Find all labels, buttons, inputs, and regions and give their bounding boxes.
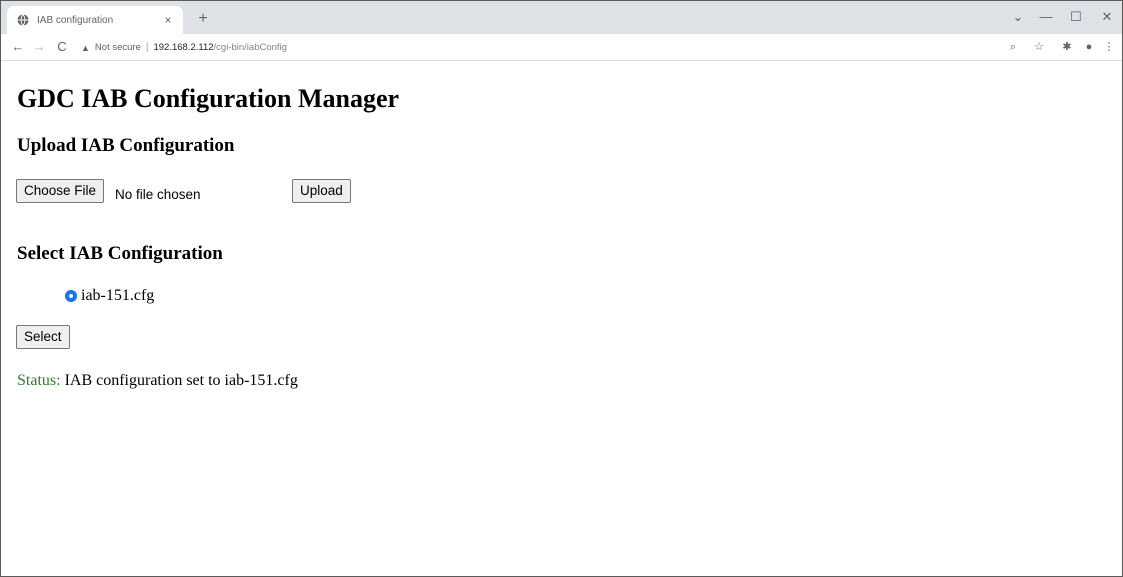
upload-section-heading: Upload IAB Configuration (17, 135, 235, 156)
minimize-button[interactable]: — (1034, 7, 1058, 27)
tab-title: IAB configuration (37, 14, 114, 26)
zoom-icon[interactable]: ⌕ (1005, 39, 1021, 55)
reload-button[interactable]: C (53, 38, 71, 56)
url-separator: | (145, 42, 149, 53)
menu-icon[interactable]: ⋮ (1101, 39, 1117, 55)
maximize-button[interactable]: ☐ (1064, 7, 1088, 27)
status-label: Status: (17, 372, 61, 389)
profile-icon[interactable]: ● (1081, 39, 1097, 55)
status-message: IAB configuration set to iab-151.cfg (64, 372, 298, 389)
status-line: Status: IAB configuration set to iab-151… (17, 372, 298, 390)
forward-button[interactable]: → (30, 38, 48, 56)
file-status: No file chosen (115, 187, 201, 202)
upload-button[interactable]: Upload (292, 179, 351, 203)
config-radio-iab-151[interactable] (65, 290, 77, 302)
back-button[interactable]: ← (9, 38, 27, 56)
page-title: GDC IAB Configuration Manager (17, 84, 400, 113)
tab-close-icon[interactable]: × (161, 13, 175, 27)
globe-icon (17, 14, 29, 26)
url-path: /cgi-bin/iabConfig (213, 42, 287, 53)
close-window-button[interactable]: ✕ (1095, 7, 1119, 27)
page-content: GDC IAB Configuration Manager Upload IAB… (1, 62, 1122, 576)
tab-strip: IAB configuration × + ⌄ — ☐ ✕ (1, 1, 1122, 34)
security-indicator[interactable]: Not secure (95, 42, 141, 53)
new-tab-button[interactable]: + (193, 9, 213, 29)
tab-iab-configuration[interactable]: IAB configuration × (7, 6, 183, 34)
address-bar[interactable]: ▲ Not secure | 192.168.2.112 /cgi-bin/ia… (81, 38, 981, 57)
bookmark-star-icon[interactable]: ☆ (1031, 39, 1047, 55)
tab-search-icon[interactable]: ⌄ (1006, 7, 1030, 27)
select-button[interactable]: Select (16, 325, 70, 349)
browser-window: IAB configuration × + ⌄ — ☐ ✕ ← → C ▲ No… (0, 0, 1123, 577)
select-section-heading: Select IAB Configuration (17, 243, 223, 264)
warning-icon: ▲ (81, 42, 90, 53)
choose-file-button[interactable]: Choose File (16, 179, 105, 203)
url-host: 192.168.2.112 (153, 42, 214, 53)
browser-toolbar: ← → C ▲ Not secure | 192.168.2.112 /cgi-… (1, 34, 1122, 61)
config-option-label[interactable]: iab-151.cfg (81, 287, 154, 305)
extensions-icon[interactable]: ✱ (1059, 39, 1075, 55)
